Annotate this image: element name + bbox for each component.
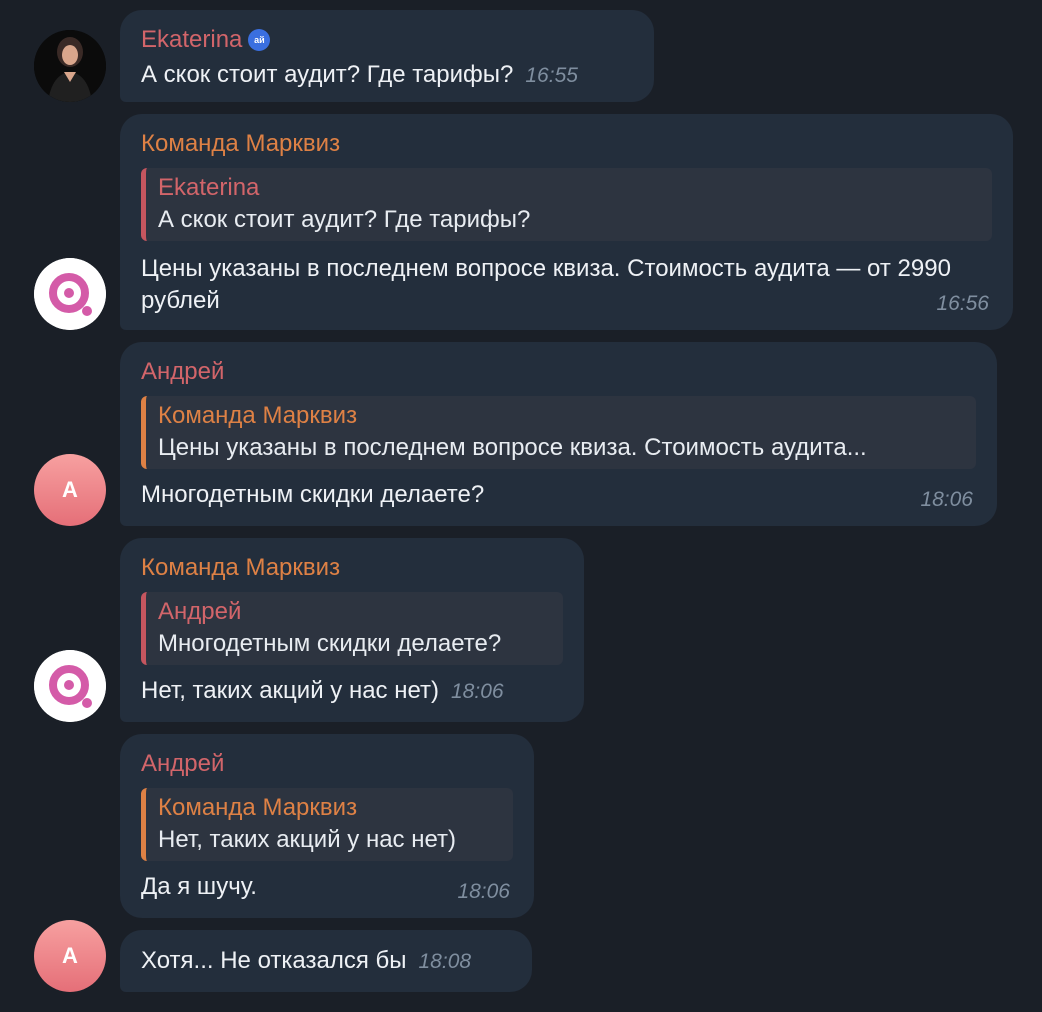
avatar-andrey[interactable]: A <box>34 920 106 992</box>
message-bubble[interactable]: Ekaterina ай А скок стоит аудит? Где тар… <box>120 10 654 102</box>
marquiz-logo-icon <box>34 258 106 330</box>
reply-name: Андрей <box>158 598 242 625</box>
message-time: 18:06 <box>457 880 510 903</box>
message-time: 18:06 <box>451 680 504 703</box>
reply-name: Команда Марквиз <box>158 402 358 429</box>
message-text: Нет, таких акций у нас нет) 18:06 <box>141 677 504 704</box>
message-text: Хотя... Не отказался бы 18:08 <box>141 947 472 974</box>
avatar-marquiz[interactable] <box>34 650 106 722</box>
message-text: А скок стоит аудит? Где тарифы? 16:55 <box>141 61 578 88</box>
reply-name: Ekaterina <box>158 174 260 201</box>
sender-name[interactable]: Андрей <box>141 748 513 780</box>
avatar-initial: A <box>62 943 78 968</box>
avatar-ekaterina[interactable] <box>34 30 106 102</box>
reply-quote[interactable]: Команда Марквиз Нет, таких акций у нас н… <box>141 788 513 861</box>
message-text: Цены указаны в последнем вопросе квиза. … <box>141 255 951 314</box>
message-time: 18:06 <box>920 488 973 511</box>
reply-name: Команда Марквиз <box>158 794 358 821</box>
reply-text: Многодетным скидки делаете? <box>158 630 502 657</box>
message-text: Многодетным скидки делаете? <box>141 481 485 508</box>
reply-text: Цены указаны в последнем вопросе квиза. … <box>158 434 867 461</box>
sender-name[interactable]: Ekaterina ай <box>141 24 633 56</box>
message-time: 16:56 <box>936 292 989 315</box>
reply-quote[interactable]: Ekaterina А скок стоит аудит? Где тарифы… <box>141 168 992 241</box>
marquiz-logo-icon <box>34 650 106 722</box>
verified-badge-icon: ай <box>248 29 271 51</box>
sender-name[interactable]: Команда Марквиз <box>141 128 992 160</box>
message-bubble[interactable]: Андрей Команда Марквиз Нет, таких акций … <box>120 734 534 918</box>
message-time: 16:55 <box>525 64 578 87</box>
avatar-initial: A <box>62 477 78 502</box>
message-bubble[interactable]: Команда Марквиз Ekaterina А скок стоит а… <box>120 114 1013 330</box>
message-time: 18:08 <box>418 950 472 973</box>
reply-text: А скок стоит аудит? Где тарифы? <box>158 206 531 233</box>
message-bubble[interactable]: Хотя... Не отказался бы 18:08 <box>120 930 532 992</box>
message-bubble[interactable]: Андрей Команда Марквиз Цены указаны в по… <box>120 342 997 526</box>
user-photo-icon <box>34 30 106 102</box>
sender-name[interactable]: Команда Марквиз <box>141 552 563 584</box>
message-bubble[interactable]: Команда Марквиз Андрей Многодетным скидк… <box>120 538 584 722</box>
avatar-marquiz[interactable] <box>34 258 106 330</box>
reply-quote[interactable]: Команда Марквиз Цены указаны в последнем… <box>141 396 976 469</box>
sender-name[interactable]: Андрей <box>141 356 976 388</box>
reply-quote[interactable]: Андрей Многодетным скидки делаете? <box>141 592 563 665</box>
reply-text: Нет, таких акций у нас нет) <box>158 826 456 853</box>
avatar-andrey[interactable]: A <box>34 454 106 526</box>
